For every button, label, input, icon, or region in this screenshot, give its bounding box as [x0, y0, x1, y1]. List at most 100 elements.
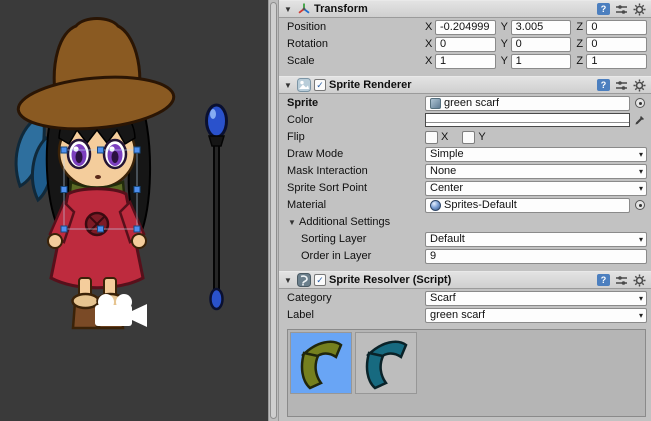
sprite-renderer-enabled-checkbox[interactable]: ✓	[314, 79, 326, 91]
sprite-row: Sprite green scarf	[279, 95, 651, 111]
help-icon[interactable]: ?	[597, 79, 610, 91]
transform-title: Transform	[314, 3, 368, 15]
staff-prop[interactable]	[207, 105, 227, 309]
sprite-variant-green-scarf[interactable]	[290, 332, 352, 394]
scale-z-field[interactable]: 1	[586, 54, 647, 69]
eyedropper-icon	[634, 114, 646, 126]
foldout-icon[interactable]: ▼	[283, 5, 293, 14]
foldout-icon[interactable]: ▼	[283, 276, 293, 285]
mask-interaction-dropdown[interactable]: None ▾	[425, 164, 647, 179]
order-in-layer-value: 9	[430, 250, 436, 262]
presets-icon[interactable]	[615, 274, 628, 287]
help-icon[interactable]: ?	[597, 274, 610, 286]
sprite-renderer-header[interactable]: ▼ ✓ Sprite Renderer ?	[279, 76, 651, 94]
sorting-layer-value: Default	[430, 233, 465, 245]
draw-mode-dropdown[interactable]: Simple ▾	[425, 147, 647, 162]
position-z-field[interactable]: 0	[586, 20, 647, 35]
chevron-down-icon: ▾	[639, 235, 643, 244]
scale-label: Scale	[287, 55, 425, 67]
flip-row: Flip X Y	[279, 129, 651, 145]
flip-y-checkbox[interactable]	[462, 131, 475, 144]
scale-y-value: 1	[516, 55, 522, 67]
rotation-x-field[interactable]: 0	[435, 37, 496, 52]
rotation-x-value: 0	[440, 38, 446, 50]
sprite-value: green scarf	[444, 97, 499, 109]
flip-x-label: X	[441, 131, 448, 143]
sprite-sort-point-dropdown[interactable]: Center ▾	[425, 181, 647, 196]
color-swatch[interactable]	[425, 113, 630, 127]
presets-icon[interactable]	[615, 79, 628, 92]
object-picker-icon	[635, 200, 645, 210]
rotation-z-value: 0	[591, 38, 597, 50]
inspector-scrollbar[interactable]	[268, 0, 279, 421]
order-in-layer-field[interactable]: 9	[425, 249, 647, 264]
mask-interaction-label: Mask Interaction	[287, 165, 425, 177]
rotation-y: Y 0	[501, 37, 572, 52]
sprite-resolver-header[interactable]: ▼ ✓ Sprite Resolver (Script) ?	[279, 271, 651, 289]
draw-mode-label: Draw Mode	[287, 148, 425, 160]
chevron-down-icon: ▾	[639, 150, 643, 159]
position-z-value: 0	[591, 21, 597, 33]
green-scarf-thumbnail-icon	[293, 335, 349, 391]
foldout-icon[interactable]: ▼	[283, 81, 293, 90]
axis-z-label: Z	[576, 55, 586, 67]
help-icon[interactable]: ?	[597, 3, 610, 15]
position-label: Position	[287, 21, 425, 33]
scene-view[interactable]	[0, 0, 268, 421]
position-y-value: 3.005	[516, 21, 544, 33]
position-y: Y 3.005	[501, 20, 572, 35]
position-x-field[interactable]: -0.204999	[435, 20, 496, 35]
material-row: Material Sprites-Default	[279, 197, 651, 213]
scene-canvas[interactable]	[0, 0, 268, 421]
position-y-field[interactable]: 3.005	[511, 20, 572, 35]
foldout-icon[interactable]: ▼	[287, 218, 297, 227]
transform-icon	[296, 2, 311, 17]
label-dropdown[interactable]: green scarf ▾	[425, 308, 647, 323]
axis-x-label: X	[425, 55, 435, 67]
sprite-resolver-enabled-checkbox[interactable]: ✓	[314, 274, 326, 286]
position-x: X -0.204999	[425, 20, 496, 35]
camera-gizmo-icon[interactable]	[95, 294, 147, 327]
eyedropper-button[interactable]	[633, 113, 647, 127]
additional-settings-row[interactable]: ▼ Additional Settings	[279, 214, 651, 230]
object-picker-button[interactable]	[633, 198, 647, 212]
flip-x-checkbox[interactable]	[425, 131, 438, 144]
additional-settings-label: Additional Settings	[299, 216, 390, 228]
scale-x-field[interactable]: 1	[435, 54, 496, 69]
component-divider	[279, 69, 651, 76]
scale-row: Scale X 1 Y 1 Z 1	[279, 53, 651, 69]
color-label: Color	[287, 114, 425, 126]
chevron-down-icon: ▾	[639, 184, 643, 193]
sprite-label: Sprite	[287, 97, 425, 109]
category-row: Category Scarf ▾	[279, 290, 651, 306]
mask-interaction-value: None	[430, 165, 456, 177]
rotation-row: Rotation X 0 Y 0 Z 0	[279, 36, 651, 52]
category-dropdown[interactable]: Scarf ▾	[425, 291, 647, 306]
gear-icon[interactable]	[633, 3, 646, 16]
scale-z: Z 1	[576, 54, 647, 69]
chevron-down-icon: ▾	[639, 167, 643, 176]
category-value: Scarf	[430, 292, 456, 304]
material-object-field[interactable]: Sprites-Default	[425, 198, 630, 213]
character-sprite[interactable]	[16, 19, 176, 329]
object-picker-button[interactable]	[633, 96, 647, 110]
scale-x-value: 1	[440, 55, 446, 67]
material-label: Material	[287, 199, 425, 211]
scrollbar-thumb[interactable]	[270, 2, 277, 419]
object-picker-icon	[635, 98, 645, 108]
flip-label: Flip	[287, 131, 425, 143]
scale-y-field[interactable]: 1	[511, 54, 572, 69]
sprite-variant-blue-scarf[interactable]	[355, 332, 417, 394]
unity-editor-window: ▼ Transform ?	[0, 0, 651, 421]
sorting-layer-dropdown[interactable]: Default ▾	[425, 232, 647, 247]
draw-mode-row: Draw Mode Simple ▾	[279, 146, 651, 162]
sprite-object-field[interactable]: green scarf	[425, 96, 630, 111]
transform-header[interactable]: ▼ Transform ?	[279, 0, 651, 18]
gear-icon[interactable]	[633, 274, 646, 287]
gear-icon[interactable]	[633, 79, 646, 92]
presets-icon[interactable]	[615, 3, 628, 16]
rotation-y-field[interactable]: 0	[511, 37, 572, 52]
scale-x: X 1	[425, 54, 496, 69]
label-row: Label green scarf ▾	[279, 307, 651, 323]
rotation-z-field[interactable]: 0	[586, 37, 647, 52]
